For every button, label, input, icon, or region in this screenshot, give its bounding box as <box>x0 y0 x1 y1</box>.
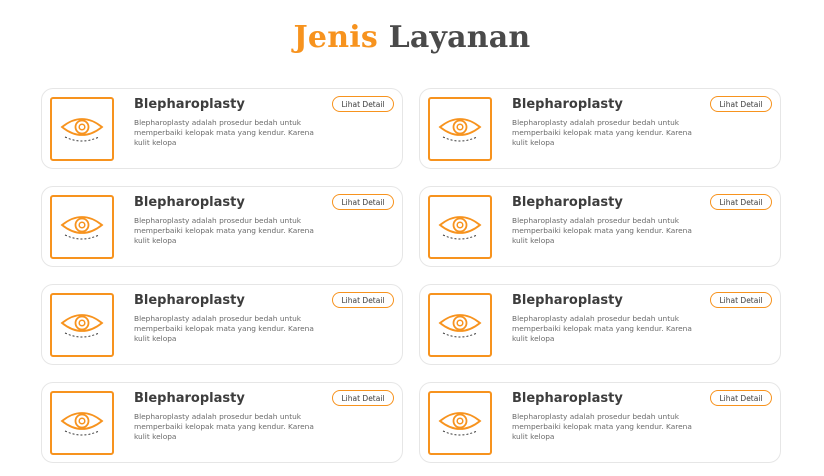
lihat-detail-button[interactable]: Lihat Detail <box>332 390 394 406</box>
service-card: Blepharoplasty Blepharoplasty adalah pro… <box>419 382 781 463</box>
card-title: Blepharoplasty <box>134 97 245 112</box>
lihat-detail-button[interactable]: Lihat Detail <box>332 96 394 112</box>
service-card: Blepharoplasty Blepharoplasty adalah pro… <box>41 284 403 365</box>
card-description: Blepharoplasty adalah prosedur bedah unt… <box>134 216 314 245</box>
card-title: Blepharoplasty <box>134 293 245 308</box>
lihat-detail-button[interactable]: Lihat Detail <box>332 194 394 210</box>
lihat-detail-button[interactable]: Lihat Detail <box>710 96 772 112</box>
eye-icon <box>428 293 492 357</box>
card-title: Blepharoplasty <box>134 195 245 210</box>
card-description: Blepharoplasty adalah prosedur bedah unt… <box>134 118 314 147</box>
eye-icon <box>50 195 114 259</box>
page-title: Jenis Layanan <box>0 20 824 55</box>
lihat-detail-button[interactable]: Lihat Detail <box>710 390 772 406</box>
card-title: Blepharoplasty <box>134 391 245 406</box>
eye-icon <box>428 195 492 259</box>
eye-icon <box>428 97 492 161</box>
service-grid: Blepharoplasty Blepharoplasty adalah pro… <box>41 88 781 463</box>
service-card: Blepharoplasty Blepharoplasty adalah pro… <box>41 88 403 169</box>
eye-icon <box>50 97 114 161</box>
page-title-rest: Layanan <box>388 20 531 55</box>
card-description: Blepharoplasty adalah prosedur bedah unt… <box>512 314 692 343</box>
service-card: Blepharoplasty Blepharoplasty adalah pro… <box>419 88 781 169</box>
lihat-detail-button[interactable]: Lihat Detail <box>710 194 772 210</box>
service-card: Blepharoplasty Blepharoplasty adalah pro… <box>41 382 403 463</box>
card-description: Blepharoplasty adalah prosedur bedah unt… <box>512 412 692 441</box>
service-card: Blepharoplasty Blepharoplasty adalah pro… <box>419 186 781 267</box>
lihat-detail-button[interactable]: Lihat Detail <box>332 292 394 308</box>
page-title-accent: Jenis <box>293 20 378 55</box>
card-title: Blepharoplasty <box>512 97 623 112</box>
eye-icon <box>50 293 114 357</box>
card-title: Blepharoplasty <box>512 195 623 210</box>
lihat-detail-button[interactable]: Lihat Detail <box>710 292 772 308</box>
eye-icon <box>428 391 492 455</box>
service-card: Blepharoplasty Blepharoplasty adalah pro… <box>41 186 403 267</box>
card-description: Blepharoplasty adalah prosedur bedah unt… <box>512 216 692 245</box>
card-description: Blepharoplasty adalah prosedur bedah unt… <box>134 412 314 441</box>
card-title: Blepharoplasty <box>512 293 623 308</box>
card-description: Blepharoplasty adalah prosedur bedah unt… <box>134 314 314 343</box>
card-description: Blepharoplasty adalah prosedur bedah unt… <box>512 118 692 147</box>
card-title: Blepharoplasty <box>512 391 623 406</box>
service-card: Blepharoplasty Blepharoplasty adalah pro… <box>419 284 781 365</box>
eye-icon <box>50 391 114 455</box>
